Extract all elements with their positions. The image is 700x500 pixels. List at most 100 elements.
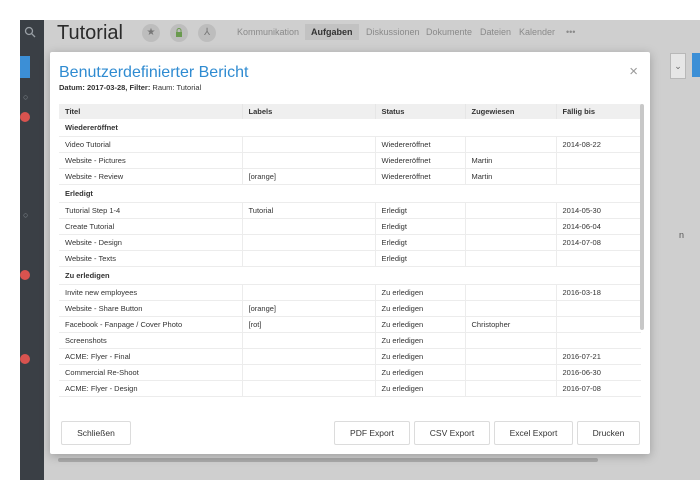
group-row: Erledigt <box>59 184 641 203</box>
table-cell: Invite new employees <box>59 284 243 301</box>
report-table-container[interactable]: Titel Labels Status Zugewiesen Fällig bi… <box>59 104 641 402</box>
table-cell: Martin <box>465 152 557 169</box>
table-cell <box>242 136 376 153</box>
modal-title: Benutzerdefinierter Bericht <box>59 64 249 81</box>
report-modal: Benutzerdefinierter Bericht Datum: 2017-… <box>50 52 650 454</box>
nav-diskussionen[interactable]: Diskussionen <box>366 27 420 37</box>
table-row[interactable]: Invite new employees Zu erledigen 2016-03-… <box>59 284 641 301</box>
vertical-scrollbar[interactable] <box>640 104 644 330</box>
sidebar-active-item[interactable] <box>20 56 30 78</box>
table-cell <box>465 136 557 153</box>
background-text: n <box>678 230 684 240</box>
table-cell <box>242 152 376 169</box>
table-cell <box>465 218 557 235</box>
table-cell <box>556 152 641 169</box>
csv-export-button[interactable]: CSV Export <box>414 421 490 445</box>
background-action-button[interactable] <box>692 53 700 77</box>
filter-label: Filter: <box>129 83 151 92</box>
notification-badge <box>20 354 30 364</box>
table-cell <box>242 234 376 251</box>
table-row[interactable]: Tutorial Step 1-4 Tutorial Erledigt 2014-05… <box>59 202 641 219</box>
nav-aufgaben[interactable]: Aufgaben <box>305 24 359 40</box>
column-header[interactable]: Titel <box>59 104 243 119</box>
table-cell: Screenshots <box>59 332 243 349</box>
table-cell: Website - Pictures <box>59 152 243 169</box>
lock-icon[interactable] <box>170 24 188 42</box>
table-cell: Commercial Re-Shoot <box>59 364 243 381</box>
table-row[interactable]: Website - Pictures Wiedereröffnet Martin <box>59 152 641 169</box>
report-table: Titel Labels Status Zugewiesen Fällig bi… <box>59 104 641 397</box>
table-row[interactable]: Facebook - Fanpage / Cover Photo [rot] Zu … <box>59 316 641 333</box>
group-title: Wiedereröffnet <box>59 119 641 137</box>
table-cell: Martin <box>465 168 557 185</box>
notification-badge <box>20 112 30 122</box>
table-cell: Zu erledigen <box>375 364 466 381</box>
group-title: Zu erledigen <box>59 266 641 285</box>
table-cell: Website - Share Button <box>59 300 243 317</box>
table-cell: Zu erledigen <box>375 348 466 365</box>
excel-export-button[interactable]: Excel Export <box>494 421 573 445</box>
sidebar-icon[interactable]: ○ <box>23 210 28 220</box>
star-icon[interactable]: ★ <box>142 24 160 42</box>
table-cell: Create Tutorial <box>59 218 243 235</box>
table-row[interactable]: ACME: Flyer - Design Zu erledigen 2016-07-… <box>59 380 641 397</box>
nav-dokumente[interactable]: Dokumente <box>426 27 472 37</box>
group-title: Erledigt <box>59 184 641 203</box>
table-cell <box>465 250 557 267</box>
table-row[interactable]: Website - Texts Erledigt <box>59 250 641 267</box>
group-row: Wiedereröffnet <box>59 119 641 137</box>
sidebar-icon[interactable]: ○ <box>23 92 28 102</box>
table-cell: Website - Texts <box>59 250 243 267</box>
date-label: Datum: <box>59 83 85 92</box>
table-cell <box>556 168 641 185</box>
nav-kommunikation[interactable]: Kommunikation <box>237 27 299 37</box>
group-row: Zu erledigen <box>59 266 641 285</box>
nav-more-icon[interactable]: ••• <box>566 27 575 37</box>
chevron-down-icon[interactable]: ⌄ <box>670 53 686 79</box>
table-cell: Wiedereröffnet <box>375 136 466 153</box>
table-row[interactable]: ACME: Flyer - Final Zu erledigen 2016-07-2… <box>59 348 641 365</box>
modal-subtitle: Datum: 2017-03-28, Filter: Raum: Tutoria… <box>59 83 201 92</box>
table-row[interactable]: Website - Share Button [orange] Zu erledig… <box>59 300 641 317</box>
table-cell: Christopher <box>465 316 557 333</box>
table-cell: [orange] <box>242 300 376 317</box>
table-cell: Zu erledigen <box>375 380 466 397</box>
table-row[interactable]: Commercial Re-Shoot Zu erledigen 2016-06-3… <box>59 364 641 381</box>
table-cell: 2016-03-18 <box>556 284 641 301</box>
user-icon[interactable]: ⅄ <box>198 24 216 42</box>
nav-kalender[interactable]: Kalender <box>519 27 555 37</box>
table-cell: Erledigt <box>375 250 466 267</box>
table-cell: Tutorial <box>242 202 376 219</box>
nav-dateien[interactable]: Dateien <box>480 27 511 37</box>
table-row[interactable]: Website - Review [orange] Wiedereröffnet Ma… <box>59 168 641 185</box>
table-cell <box>242 218 376 235</box>
table-cell <box>556 250 641 267</box>
table-row[interactable]: Screenshots Zu erledigen <box>59 332 641 349</box>
print-button[interactable]: Drucken <box>577 421 640 445</box>
search-icon[interactable] <box>24 26 38 40</box>
table-cell: 2016-07-21 <box>556 348 641 365</box>
pdf-export-button[interactable]: PDF Export <box>334 421 410 445</box>
app-topbar: Tutorial ★ ⅄ Kommunikation Aufgaben Disk… <box>44 20 700 50</box>
table-row[interactable]: Video Tutorial Wiedereröffnet 2014-08-22 <box>59 136 641 153</box>
table-row[interactable]: Create Tutorial Erledigt 2014-06-04 <box>59 218 641 235</box>
close-button[interactable]: Schließen <box>61 421 131 445</box>
column-header[interactable]: Fällig bis <box>556 104 641 119</box>
close-icon[interactable]: × <box>629 64 638 79</box>
app-title: Tutorial <box>57 22 123 44</box>
column-header[interactable]: Zugewiesen <box>465 104 557 119</box>
column-header[interactable]: Status <box>375 104 466 119</box>
table-cell: 2014-07-08 <box>556 234 641 251</box>
table-cell: ACME: Flyer - Design <box>59 380 243 397</box>
column-header[interactable]: Labels <box>242 104 376 119</box>
table-row[interactable]: Website - Design Erledigt 2014-07-08 <box>59 234 641 251</box>
table-cell: Zu erledigen <box>375 332 466 349</box>
table-cell <box>242 348 376 365</box>
table-cell <box>465 364 557 381</box>
horizontal-scrollbar[interactable] <box>58 458 598 462</box>
table-cell: Erledigt <box>375 218 466 235</box>
table-cell <box>465 284 557 301</box>
table-cell: Website - Design <box>59 234 243 251</box>
table-cell: Zu erledigen <box>375 316 466 333</box>
table-cell <box>465 202 557 219</box>
